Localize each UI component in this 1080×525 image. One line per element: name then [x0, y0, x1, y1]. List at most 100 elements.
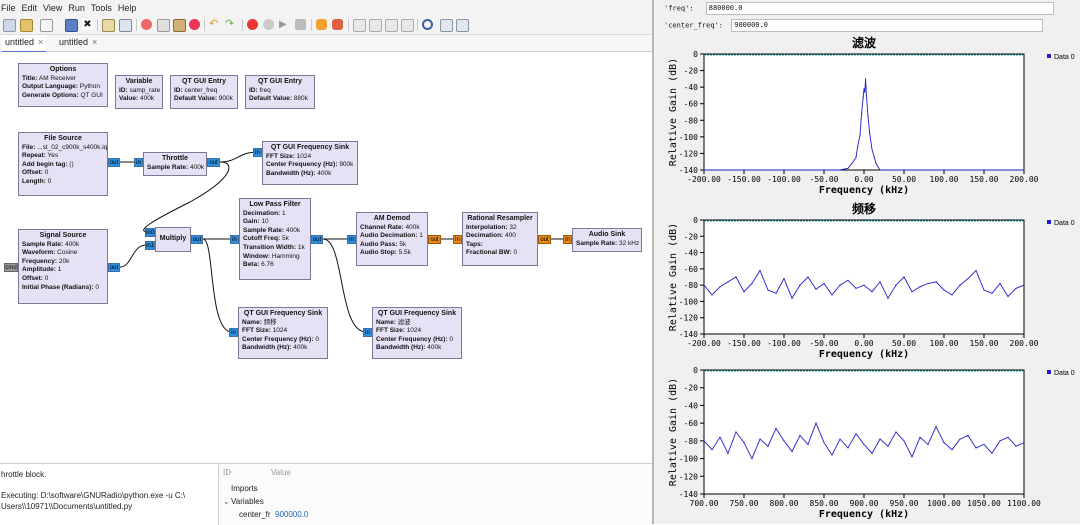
cut-icon[interactable]	[141, 19, 152, 30]
close-tab-icon[interactable]: ×	[38, 37, 43, 47]
throttle-out-port[interactable]: out	[207, 158, 220, 167]
audio-sink-block[interactable]: Audio Sink Sample Rate: 32 kHz	[572, 228, 642, 252]
x-tick-label: -150.00	[727, 339, 761, 348]
freq-sink-3-in-port[interactable]: in	[363, 328, 372, 337]
kill-icon[interactable]	[295, 19, 306, 30]
resampler-out-port[interactable]: out	[538, 235, 551, 244]
data-point	[1023, 169, 1025, 171]
file-source-out-port[interactable]: out	[108, 158, 120, 167]
x-tick-label: 1050.00	[967, 499, 1001, 508]
redo-icon[interactable]: ↷	[225, 19, 236, 30]
signal-source-cmd-port[interactable]: cmd	[4, 263, 18, 272]
am-demod-in-port[interactable]: in	[347, 235, 356, 244]
x-tick-label: -50.00	[810, 339, 839, 348]
data-point	[879, 281, 881, 283]
screenshot-icon[interactable]	[119, 19, 132, 32]
data-point	[767, 445, 769, 447]
rotate-icon[interactable]	[385, 19, 398, 32]
file-source-block[interactable]: File Source File: ...st_02_c900k_s400k.i…	[18, 132, 108, 196]
block-title: QT GUI Frequency Sink	[377, 310, 457, 317]
edit-icon[interactable]	[102, 19, 115, 32]
tab-untitled-2[interactable]: untitled ×	[56, 35, 100, 51]
variable-block[interactable]: Variable ID: samp_rate Value: 400k	[115, 75, 163, 109]
frequency-plot-1[interactable]: 滤波 0 -20 -40 -60 -80 -100 -120 -140 -200.00 -150.0…	[652, 34, 1080, 200]
audio-sink-in-port[interactable]: in	[563, 235, 572, 244]
open-folder-icon[interactable]	[20, 19, 33, 32]
block-param: Default Value: 880k	[249, 95, 308, 103]
tab-untitled-1[interactable]: untitled ×	[2, 35, 47, 53]
block-param: Initial Phase (Radians): 0	[22, 283, 99, 291]
data-point	[791, 297, 793, 299]
resampler-in-port[interactable]: in	[453, 235, 462, 244]
center-freq-entry-field[interactable]: 900000.0	[731, 19, 1044, 32]
rational-resampler-block[interactable]: Rational Resampler Interpolation: 32 Dec…	[462, 212, 538, 266]
lpf-out-port[interactable]: out	[311, 235, 323, 244]
flowgraph-canvas[interactable]: Options Title: AM Receiver Output Langua…	[0, 52, 652, 462]
multiply-block[interactable]: Multiply	[155, 227, 191, 252]
menu-view[interactable]: View	[43, 0, 62, 16]
zoom-in-icon[interactable]	[353, 19, 366, 32]
menu-help[interactable]: Help	[118, 0, 137, 16]
find-block-icon[interactable]	[440, 19, 453, 32]
menu-run[interactable]: Run	[68, 0, 85, 16]
qt-gui-entry-freq[interactable]: QT GUI Entry ID: freq Default Value: 880…	[245, 75, 315, 109]
generate-icon[interactable]	[263, 19, 274, 30]
close-icon[interactable]: ✖	[82, 19, 93, 30]
data-point	[871, 452, 873, 454]
low-pass-filter-block[interactable]: Low Pass Filter Decimation: 1 Gain: 10 S…	[239, 198, 311, 280]
freq-entry-row: 'freq': 880000.0	[664, 2, 1054, 15]
dropdown-icon[interactable]	[40, 19, 53, 32]
tree-item-variables[interactable]: Variables	[231, 497, 264, 506]
lpf-in-port[interactable]: in	[230, 235, 239, 244]
close-tab-icon[interactable]: ×	[92, 37, 97, 47]
paste-icon[interactable]	[173, 19, 186, 32]
search-icon[interactable]	[422, 19, 433, 30]
data-point	[879, 169, 881, 171]
delete-icon[interactable]	[189, 19, 200, 30]
frequency-plot-2[interactable]: 频移 0 -20 -40 -60 -80 -100 -120 -140 -200.00 -150.0…	[652, 200, 1080, 364]
enable-icon[interactable]	[316, 19, 327, 30]
menu-edit[interactable]: Edit	[22, 0, 38, 16]
qt-gui-frequency-sink-2[interactable]: QT GUI Frequency Sink Name: 频移 FFT Size:…	[238, 307, 328, 359]
data-point	[975, 269, 977, 272]
multiply-in1-port[interactable]: in1	[145, 241, 155, 250]
variables-panel[interactable]: ID Value Imports ⌄ Variables center_fr 9…	[218, 463, 653, 525]
block-param: Title: AM Receiver	[22, 74, 77, 82]
qt-gui-entry-center-freq[interactable]: QT GUI Entry ID: center_freq Default Val…	[170, 75, 238, 109]
stop-icon[interactable]	[247, 19, 258, 30]
throttle-block[interactable]: Throttle Sample Rate: 400k	[143, 152, 207, 176]
am-demod-out-port[interactable]: out	[428, 235, 441, 244]
frequency-plot-3[interactable]: 0 -20 -40 -60 -80 -100 -120 -140 700.00 750.00 800…	[652, 364, 1080, 524]
copy-icon[interactable]	[157, 19, 170, 32]
qt-gui-frequency-sink-1[interactable]: QT GUI Frequency Sink FFT Size: 1024 Cen…	[262, 141, 358, 185]
undo-icon[interactable]: ↶	[209, 19, 220, 30]
freq-sink-1-in-port[interactable]: in	[253, 148, 262, 157]
variable-name[interactable]: center_fr	[239, 510, 271, 519]
signal-source-block[interactable]: Signal Source Sample Rate: 400k Waveform…	[18, 229, 108, 304]
disable-icon[interactable]	[332, 19, 343, 30]
multiply-out-port[interactable]: out	[191, 235, 203, 244]
throttle-in-port[interactable]: in	[134, 158, 143, 167]
block-param: Audio Stop: 5.5k	[360, 249, 411, 257]
save-icon[interactable]	[65, 19, 78, 32]
reload-icon[interactable]	[456, 19, 469, 32]
menu-tools[interactable]: Tools	[91, 0, 112, 16]
freq-entry-field[interactable]: 880000.0	[705, 2, 1054, 15]
x-tick-label: 800.00	[770, 499, 799, 508]
signal-source-out-port[interactable]: out	[108, 263, 120, 272]
rotate-right-icon[interactable]	[401, 19, 414, 32]
new-file-icon[interactable]	[3, 19, 16, 32]
chevron-down-icon[interactable]: ⌄	[223, 497, 230, 506]
am-demod-block[interactable]: AM Demod Channel Rate: 400k Audio Decima…	[356, 212, 428, 266]
qt-gui-frequency-sink-3[interactable]: QT GUI Frequency Sink Name: 滤波 FFT Size:…	[372, 307, 462, 359]
options-block[interactable]: Options Title: AM Receiver Output Langua…	[18, 63, 108, 107]
freq-sink-2-in-port[interactable]: in	[229, 328, 238, 337]
menu-file[interactable]: File	[1, 0, 16, 16]
tree-item-imports[interactable]: Imports	[231, 484, 258, 493]
y-axis-label: Relative Gain (dB)	[668, 223, 679, 331]
x-tick-label: 150.00	[970, 175, 999, 184]
execute-icon[interactable]: ▶	[279, 19, 290, 30]
multiply-in0-port[interactable]: in0	[145, 228, 155, 237]
zoom-out-icon[interactable]	[369, 19, 382, 32]
data-point	[775, 292, 777, 294]
